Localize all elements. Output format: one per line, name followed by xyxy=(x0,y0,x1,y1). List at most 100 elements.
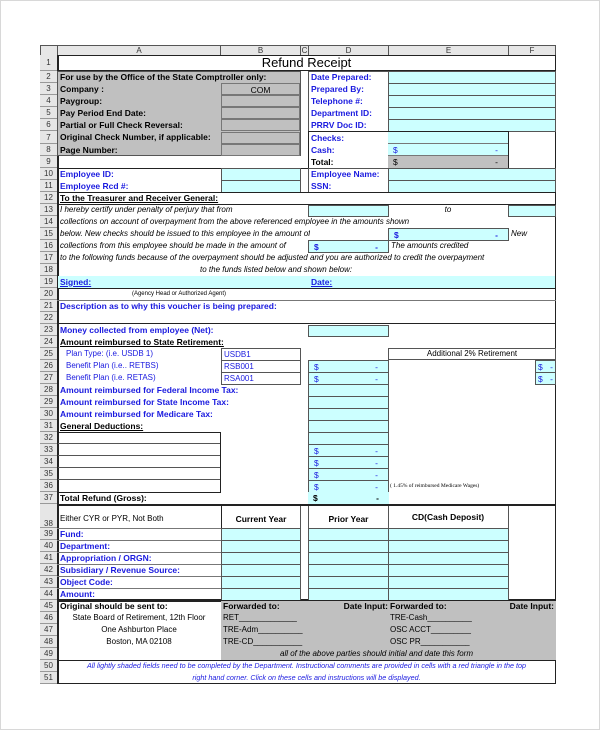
row-header-18[interactable]: 18 xyxy=(40,264,58,276)
row-header-43[interactable]: 43 xyxy=(40,576,58,588)
row-header-24[interactable]: 24 xyxy=(40,336,58,348)
paygroup-field[interactable] xyxy=(221,95,300,107)
deduction-row-34[interactable] xyxy=(58,456,220,468)
row-header-27[interactable]: 27 xyxy=(40,372,58,384)
party-tre-cd[interactable]: TRE-CD___________ xyxy=(223,636,313,648)
deduction-row-36[interactable] xyxy=(58,480,220,492)
row-header-4[interactable]: 4 xyxy=(40,95,58,107)
accounting-row-divider xyxy=(57,576,221,577)
party-osc-pr[interactable]: OSC PR___________ xyxy=(390,636,490,648)
row-header-36[interactable]: 36 xyxy=(40,480,58,492)
collections-value: - xyxy=(375,242,378,252)
deduction-row-35[interactable] xyxy=(58,468,220,480)
initial-note: all of the above parties should initial … xyxy=(280,649,474,658)
checks-field[interactable] xyxy=(388,132,508,144)
additional-retirement-label: Additional 2% Retirement xyxy=(388,348,556,360)
current-year-header: Current Year xyxy=(221,506,301,528)
row-header-37[interactable]: 37 xyxy=(40,492,58,504)
row-header-9[interactable]: 9 xyxy=(40,156,58,168)
row-header-38[interactable]: 38 xyxy=(40,504,58,528)
certification-heading: To the Treasurer and Receiver General: xyxy=(60,193,219,203)
certification-line-16: collections from this employee should be… xyxy=(60,241,286,250)
row-header-31[interactable]: 31 xyxy=(40,420,58,432)
row-header-26[interactable]: 26 xyxy=(40,360,58,372)
total-refund-label: Total Refund (Gross): xyxy=(60,493,147,503)
party-tre-cash[interactable]: TRE-Cash__________ xyxy=(390,612,490,624)
description-field[interactable] xyxy=(58,312,555,324)
department-id-label: Department ID: xyxy=(311,108,372,118)
row-header-1[interactable]: 1 xyxy=(40,55,58,71)
row-header-15[interactable]: 15 xyxy=(40,228,58,240)
row-header-45[interactable]: 45 xyxy=(40,600,58,612)
check-number-label: Original Check Number, if applicable: xyxy=(60,132,211,142)
row-header-46[interactable]: 46 xyxy=(40,612,58,624)
row-header-20[interactable]: 20 xyxy=(40,288,58,300)
paygroup-label: Paygroup: xyxy=(60,96,103,106)
state-tax-label: Amount reimbursed for State Income Tax: xyxy=(60,397,229,407)
prior-year-header: Prior Year xyxy=(308,506,389,528)
row-header-39[interactable]: 39 xyxy=(40,528,58,540)
deduction-row-33[interactable] xyxy=(58,444,220,456)
additional-retirement-2-amount[interactable]: $ - xyxy=(535,372,556,385)
party-ret[interactable]: RET_____________ xyxy=(223,612,313,624)
ssn-label: SSN: xyxy=(311,181,332,191)
row-header-29[interactable]: 29 xyxy=(40,396,58,408)
row-header-35[interactable]: 35 xyxy=(40,468,58,480)
check-number-field[interactable] xyxy=(221,132,300,144)
pay-period-label: Pay Period End Date: xyxy=(60,108,146,118)
row-header-48[interactable]: 48 xyxy=(40,636,58,648)
party-osc-acct[interactable]: OSC ACCT_________ xyxy=(390,624,490,636)
forwarded-to-label-left: Forwarded to: xyxy=(223,601,280,611)
row-header-49[interactable]: 49 xyxy=(40,648,58,660)
row-header-47[interactable]: 47 xyxy=(40,624,58,636)
page-number-field[interactable] xyxy=(221,144,300,156)
row-header-5[interactable]: 5 xyxy=(40,107,58,119)
money-collected-field[interactable] xyxy=(308,325,389,337)
row-header-33[interactable]: 33 xyxy=(40,444,58,456)
row-header-13[interactable]: 13 xyxy=(40,204,58,216)
cash-field[interactable]: $ - xyxy=(388,144,508,156)
row-header-3[interactable]: 3 xyxy=(40,83,58,95)
row-header-8[interactable]: 8 xyxy=(40,144,58,156)
company-field[interactable]: COM xyxy=(221,83,300,95)
row-header-11[interactable]: 11 xyxy=(40,180,58,192)
row-header-41[interactable]: 41 xyxy=(40,552,58,564)
row-header-51[interactable]: 51 xyxy=(40,672,58,684)
row-header-17[interactable]: 17 xyxy=(40,252,58,264)
row-header-50[interactable]: 50 xyxy=(40,660,58,672)
pay-period-field[interactable] xyxy=(221,107,300,119)
row-header-19[interactable]: 19 xyxy=(40,276,58,288)
row-header-22[interactable]: 22 xyxy=(40,312,58,324)
money-collected-label: Money collected from employee (Net): xyxy=(60,325,214,335)
employee-id-label: Employee ID: xyxy=(60,169,114,179)
row-header-10[interactable]: 10 xyxy=(40,168,58,180)
total-label: Total: xyxy=(311,157,334,167)
row-header-14[interactable]: 14 xyxy=(40,216,58,228)
accounting-row-label: Subsidiary / Revenue Source: xyxy=(60,565,180,575)
row-header-25[interactable]: 25 xyxy=(40,348,58,360)
row-header-30[interactable]: 30 xyxy=(40,408,58,420)
row-header-28[interactable]: 28 xyxy=(40,384,58,396)
reversal-field[interactable] xyxy=(221,119,300,131)
row-header-2[interactable]: 2 xyxy=(40,71,58,83)
signed-field[interactable]: Signed: xyxy=(60,276,220,288)
row-header-7[interactable]: 7 xyxy=(40,131,58,144)
new-checks-value: - xyxy=(495,230,498,240)
row-header-6[interactable]: 6 xyxy=(40,119,58,131)
benefit-plan-2-label: Benefit Plan (i.e. RETAS) xyxy=(66,373,156,382)
deduction-row-32[interactable] xyxy=(58,432,220,444)
row-header-23[interactable]: 23 xyxy=(40,324,58,336)
row-header-42[interactable]: 42 xyxy=(40,564,58,576)
party-tre-adm[interactable]: TRE-Adm__________ xyxy=(223,624,313,636)
row-header-32[interactable]: 32 xyxy=(40,432,58,444)
row-header-40[interactable]: 40 xyxy=(40,540,58,552)
row-header-44[interactable]: 44 xyxy=(40,588,58,600)
row-header-21[interactable]: 21 xyxy=(40,300,58,312)
row-header-34[interactable]: 34 xyxy=(40,456,58,468)
row-header-12[interactable]: 12 xyxy=(40,192,58,204)
date-signed-field[interactable]: Date: xyxy=(311,276,388,288)
row-header-16[interactable]: 16 xyxy=(40,240,58,252)
address-line-3: Boston, MA 02108 xyxy=(106,637,172,646)
forwarded-to-label-right: Forwarded to: xyxy=(390,601,447,611)
period-to-field[interactable] xyxy=(508,205,556,217)
